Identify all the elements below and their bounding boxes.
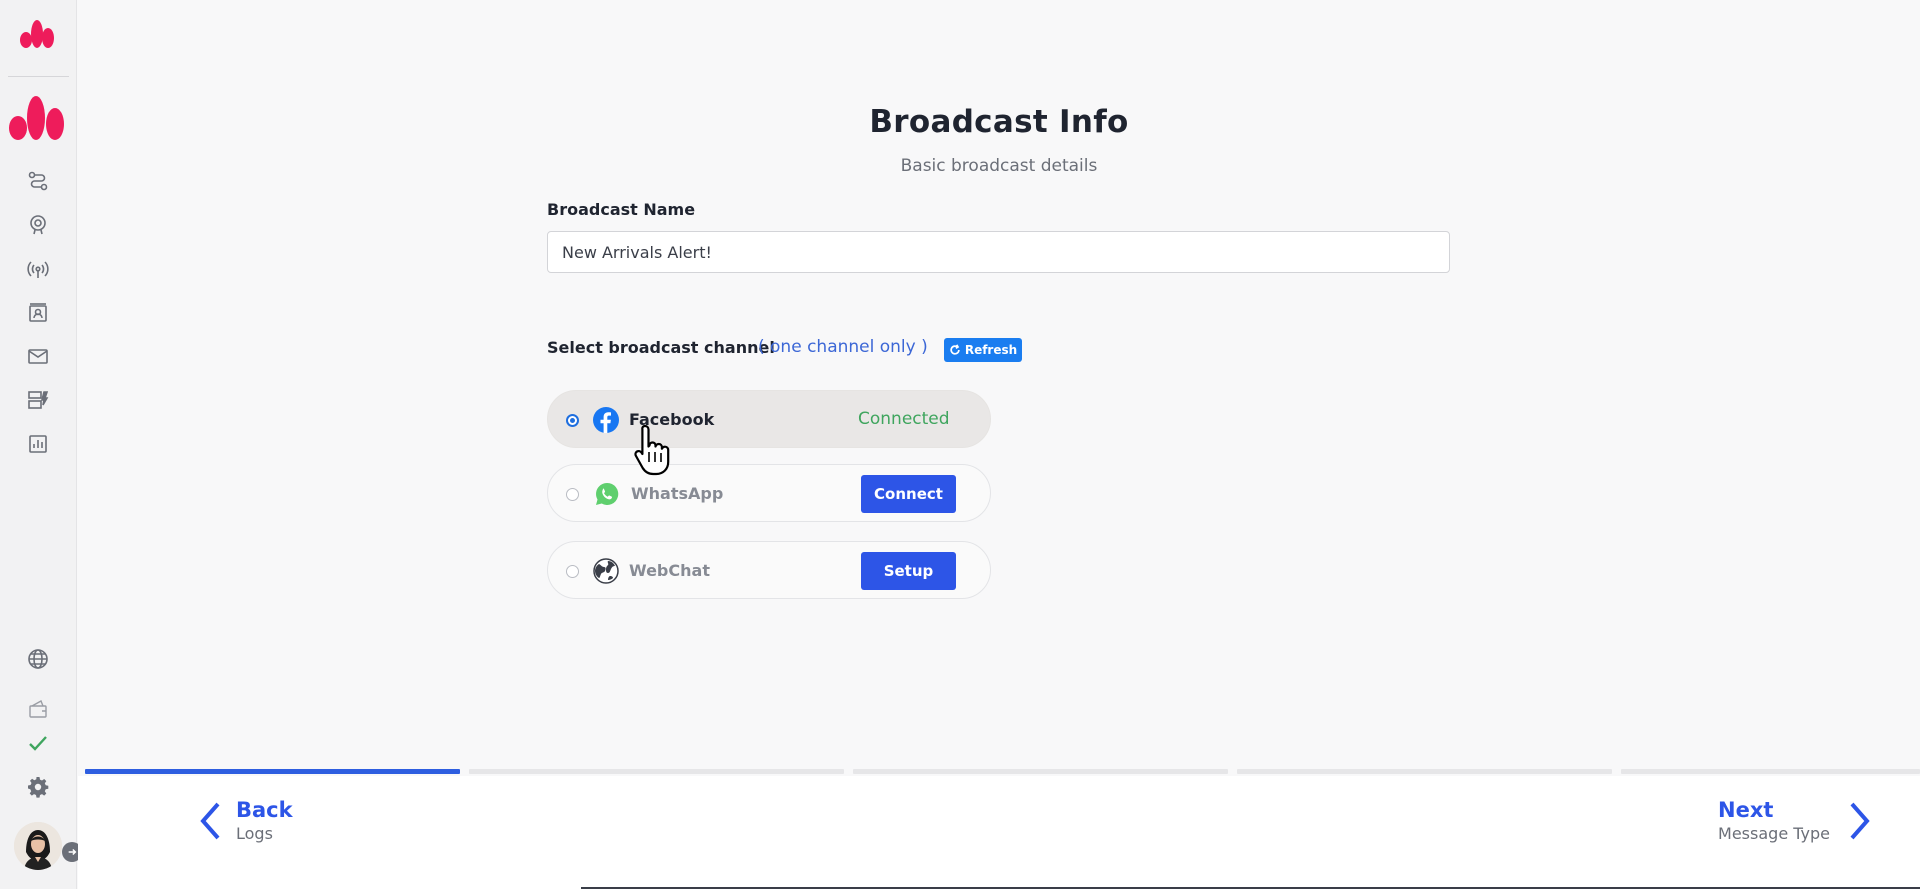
refresh-icon: [950, 344, 960, 355]
progress-step-1: [85, 769, 460, 774]
page-subtitle: Basic broadcast details: [900, 156, 1098, 176]
progress-step-4: [1237, 769, 1612, 774]
hand-pointer-icon: [634, 424, 670, 476]
connect-button[interactable]: Connect: [861, 475, 956, 513]
flow-icon[interactable]: [25, 168, 51, 194]
broadcast-name-label: Broadcast Name: [547, 200, 696, 219]
next-button[interactable]: Next Message Type: [1718, 798, 1872, 843]
wizard-footer: Back Logs Next Message Type: [78, 776, 1920, 889]
contacts-icon[interactable]: [25, 300, 51, 326]
sidebar: [0, 0, 82, 889]
progress-step-2: [469, 769, 844, 774]
whatsapp-icon: [596, 482, 619, 505]
wallet-icon[interactable]: [25, 696, 51, 722]
chevron-right-icon: [1850, 802, 1870, 839]
chevron-left-icon: [200, 802, 220, 839]
setup-button[interactable]: Setup: [861, 552, 956, 590]
analytics-icon[interactable]: [25, 431, 51, 457]
progress-step-3: [853, 769, 1228, 774]
broadcast-name-input[interactable]: [547, 231, 1450, 273]
brand-logo[interactable]: [6, 90, 68, 142]
broadcast-icon[interactable]: [25, 256, 51, 282]
next-label: Next: [1718, 798, 1774, 822]
globe-icon[interactable]: [25, 646, 51, 672]
channel-option-whatsapp[interactable]: WhatsApp Connect: [547, 464, 991, 522]
webchat-radio[interactable]: [566, 565, 579, 578]
templates-icon[interactable]: [25, 387, 51, 413]
progress-step-5: [1621, 769, 1920, 774]
channel-name: WebChat: [629, 561, 710, 580]
channel-option-facebook[interactable]: Facebook Connected: [547, 390, 991, 448]
back-sublabel: Logs: [236, 824, 273, 843]
page-title: Broadcast Info: [869, 104, 1129, 140]
connected-status: Connected: [858, 409, 950, 429]
avatar[interactable]: [14, 822, 62, 870]
whatsapp-radio[interactable]: [566, 488, 579, 501]
check-icon[interactable]: [25, 730, 51, 756]
back-label: Back: [236, 798, 293, 822]
globe-icon: [593, 558, 619, 584]
facebook-icon: [593, 407, 619, 433]
mail-icon[interactable]: [25, 343, 51, 369]
refresh-label: Refresh: [964, 343, 1018, 357]
next-sublabel: Message Type: [1718, 824, 1830, 843]
facebook-radio[interactable]: [566, 414, 579, 427]
support-icon[interactable]: [25, 211, 51, 237]
gear-icon[interactable]: [25, 774, 51, 800]
channel-select-label: Select broadcast channel: [547, 338, 775, 357]
brand-logo-small[interactable]: [18, 14, 56, 50]
sidebar-divider: [8, 76, 69, 77]
channel-hint: ( one channel only ): [758, 337, 928, 357]
channel-name: WhatsApp: [631, 484, 724, 503]
channel-option-webchat[interactable]: WebChat Setup: [547, 541, 991, 599]
main-content: Broadcast Info Basic broadcast details B…: [78, 0, 1920, 889]
back-button[interactable]: Back Logs: [198, 798, 293, 843]
refresh-button[interactable]: Refresh: [944, 338, 1022, 362]
